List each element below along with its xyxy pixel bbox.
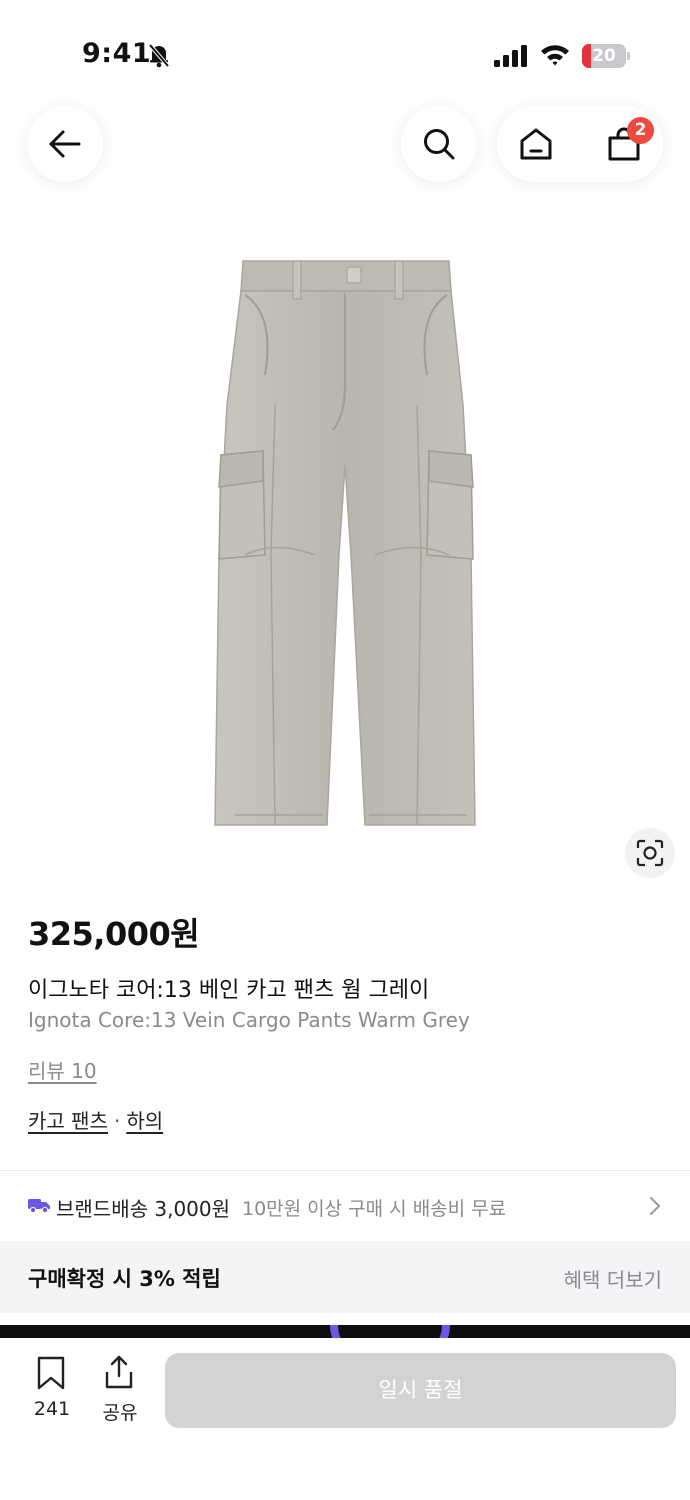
cart-button[interactable] [588, 106, 660, 182]
wifi-icon [541, 45, 569, 66]
back-button[interactable] [27, 106, 103, 182]
shipping-note: 10만원 이상 구매 시 배송비 무료 [242, 1198, 507, 1220]
points-benefit-row: 구매확정 시 3% 적립 혜택 더보기 [0, 1241, 690, 1313]
share-button[interactable]: 공유 [90, 1354, 150, 1426]
truck-icon [28, 1199, 50, 1213]
bookmark-count: 241 [33, 1398, 71, 1420]
bell-slash-icon [148, 43, 170, 68]
home-icon [520, 128, 552, 160]
sold-out-button[interactable]: 일시 품절 [165, 1353, 676, 1428]
search-button[interactable] [401, 106, 477, 182]
status-time: 9:41 [82, 38, 152, 69]
share-icon [105, 1355, 133, 1389]
home-button[interactable] [500, 106, 572, 182]
visual-search-button[interactable] [625, 828, 675, 878]
review-link[interactable]: 리뷰 10 [28, 1055, 97, 1084]
cart-count-badge: 2 [627, 117, 654, 144]
chevron-right-icon [650, 1197, 660, 1215]
signal-icon [494, 45, 527, 67]
search-icon [424, 129, 455, 160]
product-name-korean: 이그노타 코어:13 베인 카고 팬츠 웜 그레이 [28, 978, 430, 1003]
bookmark-icon [37, 1356, 65, 1390]
product-name-english: Ignota Core:13 Vein Cargo Pants Warm Gre… [28, 1008, 470, 1032]
points-label: 구매확정 시 3% 적립 [28, 1267, 221, 1291]
bookmark-button[interactable]: 241 [22, 1354, 82, 1426]
category-link-cargo-pants[interactable]: 카고 팬츠 [28, 1109, 108, 1133]
category-link-bottoms[interactable]: 하의 [126, 1109, 163, 1133]
shipping-info-row[interactable]: 브랜드배송 3,000원 10만원 이상 구매 시 배송비 무료 [0, 1171, 690, 1241]
battery-level: 20 [592, 46, 616, 66]
product-image[interactable] [205, 255, 485, 835]
shipping-label: 브랜드배송 3,000원 [56, 1197, 231, 1221]
bottom-action-bar: 241 공유 일시 품절 [0, 1338, 690, 1500]
status-bar: 9:41 20 [0, 0, 690, 110]
promo-banner-strip[interactable] [0, 1325, 690, 1339]
product-price: 325,000원 [28, 915, 200, 953]
category-separator: · [113, 1109, 121, 1133]
category-breadcrumb: 카고 팬츠 · 하의 [28, 1105, 163, 1134]
banner-graphic [330, 1325, 450, 1339]
arrow-left-icon [49, 130, 81, 158]
battery-icon: 20 [582, 44, 630, 68]
share-label: 공유 [102, 1402, 138, 1424]
visual-search-icon [636, 839, 664, 867]
benefits-more-link[interactable]: 혜택 더보기 [564, 1264, 662, 1293]
